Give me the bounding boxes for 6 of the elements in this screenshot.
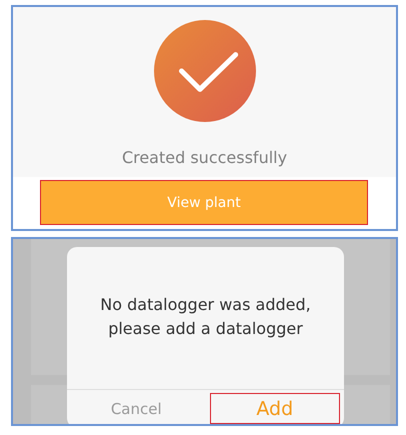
cancel-button[interactable]: Cancel — [71, 393, 202, 424]
add-button[interactable]: Add — [210, 393, 340, 424]
checkmark-icon — [154, 20, 256, 122]
success-message: Created successfully — [122, 148, 288, 167]
dialog-message: No datalogger was added, please add a datalogger — [99, 294, 312, 340]
view-plant-button[interactable]: View plant — [40, 180, 368, 225]
